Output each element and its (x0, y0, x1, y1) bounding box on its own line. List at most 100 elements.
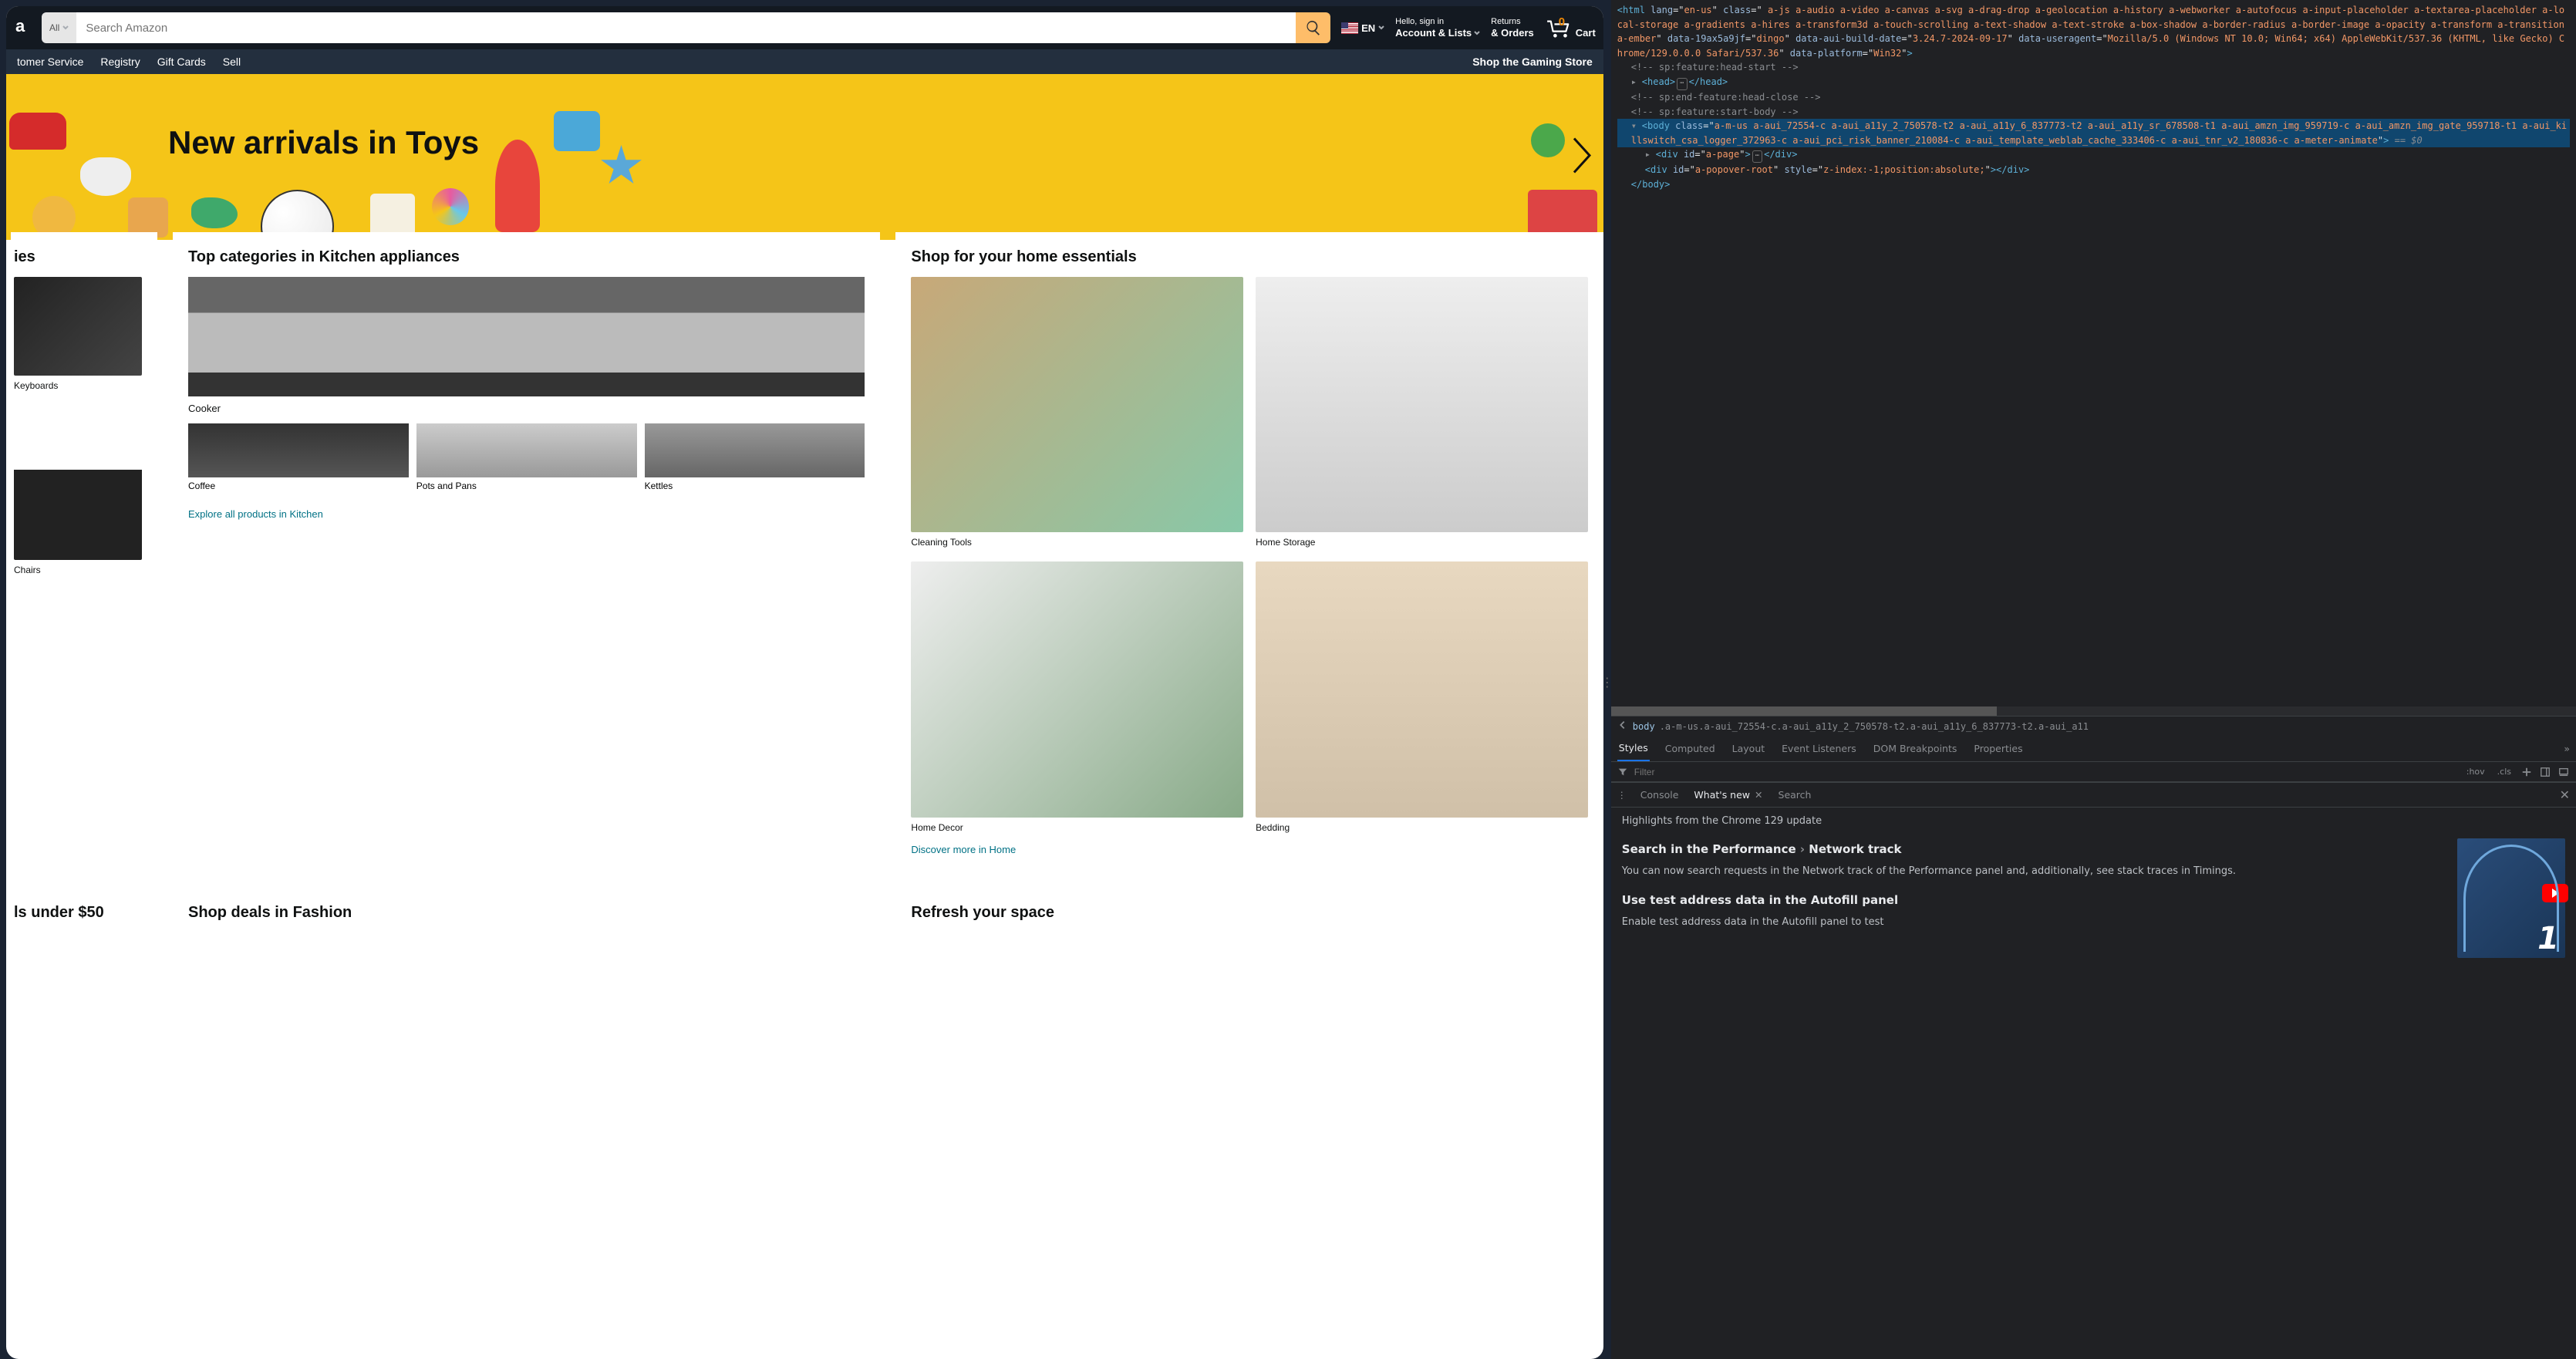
product-label: Kettles (645, 481, 865, 491)
hero-next-button[interactable] (1570, 135, 1596, 179)
cls-toggle[interactable]: .cls (2494, 765, 2514, 778)
elements-tree[interactable]: <html lang="en-us" class=" a-js a-audio … (1611, 0, 2576, 706)
toy-yoyo-graphic (1531, 123, 1565, 157)
tab-layout[interactable]: Layout (1731, 737, 1767, 760)
card-link-kitchen[interactable]: Explore all products in Kitchen (188, 508, 323, 520)
tab-event-listeners[interactable]: Event Listeners (1780, 737, 1858, 760)
product-label: Home Decor (911, 822, 1243, 833)
toy-bricks-graphic (1528, 190, 1597, 236)
card-link-home[interactable]: Discover more in Home (911, 844, 1016, 855)
card-item-bedding[interactable]: Bedding (1256, 561, 1588, 832)
product-thumb (14, 277, 142, 376)
product-thumb-cooker[interactable] (188, 277, 865, 396)
breadcrumb-scroll-left[interactable] (1617, 720, 1628, 733)
card-title: Top categories in Kitchen appliances (188, 248, 865, 266)
product-thumb (645, 423, 865, 477)
video-overlay-number: 1 (2537, 921, 2559, 956)
language-selector[interactable]: EN (1341, 22, 1384, 34)
card-item-pots[interactable]: Pots and Pans (416, 423, 637, 491)
returns-orders-link[interactable]: Returns & Orders (1491, 17, 1534, 39)
product-label: Pots and Pans (416, 481, 637, 491)
more-tabs-icon[interactable]: » (2564, 743, 2570, 754)
account-lists-label: Account & Lists (1395, 27, 1472, 39)
whats-new-paragraph-1: You can now search requests in the Netwo… (1622, 864, 2446, 879)
hov-toggle[interactable]: :hov (2463, 765, 2488, 778)
chevron-down-icon (62, 25, 69, 31)
search-bar: All (42, 12, 1330, 43)
devtools-panel: <html lang="en-us" class=" a-js a-audio … (1611, 0, 2576, 1359)
card-fashion: Shop deals in Fashion (173, 888, 880, 948)
computed-sidebar-icon[interactable] (2539, 766, 2551, 778)
tab-search[interactable]: Search (1777, 783, 1813, 807)
card-item-keyboards[interactable]: Keyboards (14, 277, 142, 391)
subnav-customer-service[interactable]: tomer Service (17, 56, 83, 68)
product-thumb (188, 423, 409, 477)
card-item-coffee[interactable]: Coffee (188, 423, 409, 491)
play-icon (2542, 884, 2568, 902)
product-thumb (14, 410, 142, 560)
card-item-kettles[interactable]: Kettles (645, 423, 865, 491)
toy-plane2-graphic (191, 197, 238, 228)
cart-link[interactable]: 0 Cart (1545, 17, 1596, 39)
tab-styles[interactable]: Styles (1617, 736, 1650, 761)
subnav-registry[interactable]: Registry (100, 56, 140, 68)
rendering-icon[interactable] (2557, 766, 2570, 778)
selected-marker: == $0 (2389, 135, 2422, 146)
elements-horizontal-scrollbar[interactable] (1611, 706, 2576, 716)
collapsed-ellipsis[interactable]: ⋯ (1677, 78, 1687, 90)
card-kitchen: Top categories in Kitchen appliances Coo… (173, 232, 880, 872)
card-item-cleaning[interactable]: Cleaning Tools (911, 277, 1243, 548)
whats-new-video-thumb[interactable]: 1 (2457, 838, 2565, 958)
card-item-chairs[interactable]: Chairs (14, 410, 142, 575)
amazon-subnav: tomer Service Registry Gift Cards Sell S… (6, 49, 1603, 74)
card-item-storage[interactable]: Home Storage (1256, 277, 1588, 548)
card-home: Shop for your home essentials Cleaning T… (895, 232, 1603, 872)
search-input[interactable] (76, 12, 1296, 43)
whats-new-heading-2: Use test address data in the Autofill pa… (1622, 893, 2446, 907)
tab-console[interactable]: Console (1639, 783, 1681, 807)
tab-properties[interactable]: Properties (1972, 737, 2024, 760)
tab-dom-breakpoints[interactable]: DOM Breakpoints (1872, 737, 1959, 760)
product-thumb (1256, 277, 1588, 532)
search-button[interactable] (1296, 12, 1330, 43)
language-label: EN (1361, 22, 1375, 34)
tab-computed[interactable]: Computed (1664, 737, 1717, 760)
tab-whats-new[interactable]: What's new✕ (1692, 783, 1764, 807)
whats-new-paragraph-2: Enable test address data in the Autofill… (1622, 915, 2446, 930)
whats-new-subtitle: Highlights from the Chrome 129 update (1622, 815, 2446, 827)
breadcrumb-selected[interactable]: body (1633, 721, 1655, 732)
drawer-menu-icon[interactable]: ⋮ (1617, 790, 1627, 801)
devtools-resize-handle[interactable]: ⋮ (1603, 6, 1611, 1359)
amazon-logo[interactable] (14, 15, 31, 41)
styles-filter-input[interactable] (1634, 767, 2457, 777)
styles-tabs: Styles Computed Layout Event Listeners D… (1611, 736, 2576, 762)
expand-toggle[interactable]: ▾ (1631, 119, 1639, 133)
selected-body-element[interactable]: ▾<body class="a-m-us a-aui_72554-c a-aui… (1617, 119, 2570, 147)
close-tab-icon[interactable]: ✕ (1755, 789, 1762, 801)
subnav-sell[interactable]: Sell (223, 56, 241, 68)
breadcrumb-classes[interactable]: .a-m-us.a-aui_72554-c.a-aui_a11y_2_75057… (1660, 721, 2089, 732)
breadcrumb: body .a-m-us.a-aui_72554-c.a-aui_a11y_2_7… (1611, 716, 2576, 736)
search-category-label: All (49, 22, 59, 33)
card-item-decor[interactable]: Home Decor (911, 561, 1243, 832)
new-style-rule-icon[interactable] (2520, 766, 2533, 778)
expand-toggle[interactable]: ▸ (1631, 75, 1639, 89)
subnav-promo[interactable]: Shop the Gaming Store (1472, 56, 1593, 68)
card-row-2: ls under $50 Shop deals in Fashion Refre… (6, 888, 1603, 948)
expand-toggle[interactable]: ▸ (1645, 147, 1653, 162)
product-label: Bedding (1256, 822, 1588, 833)
close-drawer-icon[interactable]: ✕ (2560, 787, 2570, 802)
card-gaming: ies Keyboards Chairs (11, 232, 157, 872)
whats-new-content: Highlights from the Chrome 129 update Se… (1611, 808, 2576, 1359)
account-menu[interactable]: Hello, sign in Account & Lists (1395, 17, 1480, 39)
card-title: ies (14, 248, 142, 266)
account-greeting: Hello, sign in (1395, 17, 1480, 27)
collapsed-ellipsis[interactable]: ⋯ (1752, 150, 1762, 163)
toy-plane-graphic (80, 157, 131, 196)
search-category-dropdown[interactable]: All (42, 12, 76, 43)
styles-filter-bar: :hov .cls (1611, 762, 2576, 782)
toy-lollipop-graphic (432, 188, 469, 225)
subnav-gift-cards[interactable]: Gift Cards (157, 56, 206, 68)
search-icon (1305, 19, 1322, 36)
popover-id: a-popover-root (1695, 164, 1773, 175)
